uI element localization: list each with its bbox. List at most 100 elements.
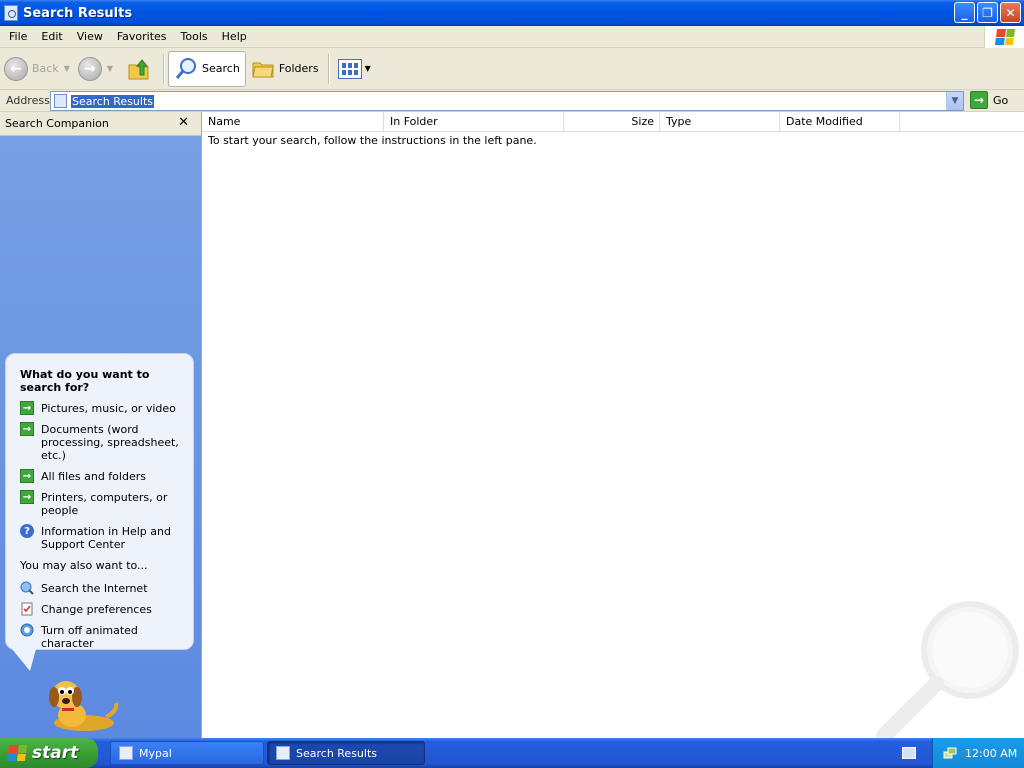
bubble-tail — [11, 649, 45, 671]
back-dropdown-icon[interactable]: ▼ — [64, 64, 70, 73]
forward-button[interactable]: → ▼ — [74, 51, 117, 87]
taskbar-item-search-results[interactable]: Search Results — [267, 741, 425, 765]
taskbar: start Mypal Search Results 12:00 AM — [0, 738, 1024, 768]
start-button[interactable]: start — [0, 738, 98, 768]
up-folder-button[interactable] — [125, 55, 153, 83]
folders-label: Folders — [278, 62, 319, 75]
close-icon[interactable]: ✕ — [178, 115, 189, 130]
search-results-icon — [54, 94, 67, 108]
option-label[interactable]: Change preferences — [41, 603, 152, 616]
column-type[interactable]: Type — [660, 112, 780, 132]
results-column-header: Name In Folder Size Type Date Modified — [202, 112, 1024, 132]
back-label: Back — [32, 62, 59, 75]
results-pane: Name In Folder Size Type Date Modified T… — [201, 112, 1024, 738]
menu-bar: File Edit View Favorites Tools Help — [0, 26, 1024, 48]
toolbar-separator — [163, 53, 165, 84]
green-arrow-icon: → — [970, 91, 988, 109]
window-controls: _ ❐ ✕ — [954, 2, 1021, 23]
column-size[interactable]: Size — [564, 112, 660, 132]
menu-help[interactable]: Help — [215, 26, 254, 48]
option-pictures-music-video[interactable]: → Pictures, music, or video — [20, 401, 181, 415]
search-results-icon — [276, 746, 290, 760]
close-button[interactable]: ✕ — [1000, 2, 1021, 23]
back-button[interactable]: ← Back ▼ — [0, 51, 74, 87]
magnifier-watermark-icon — [876, 601, 1019, 738]
toolbar-separator — [327, 53, 329, 84]
views-button[interactable]: ▼ — [333, 51, 376, 87]
restore-button[interactable]: ❐ — [977, 2, 998, 23]
keyboard-icon[interactable] — [902, 747, 916, 759]
option-label[interactable]: Search the Internet — [41, 582, 148, 595]
option-turn-off-character[interactable]: Turn off animated character — [20, 623, 181, 650]
views-icon — [337, 58, 362, 79]
windows-flag-icon — [6, 745, 28, 761]
menu-tools[interactable]: Tools — [174, 26, 215, 48]
column-date-modified[interactable]: Date Modified — [780, 112, 900, 132]
folder-up-icon — [128, 58, 149, 79]
menu-view[interactable]: View — [70, 26, 110, 48]
chevron-down-icon[interactable]: ▼ — [946, 92, 963, 110]
address-field[interactable]: Search Results ▼ — [50, 91, 964, 111]
help-question-icon: ? — [20, 524, 34, 538]
option-change-preferences[interactable]: Change preferences — [20, 602, 181, 616]
option-documents[interactable]: → Documents (word processing, spreadshee… — [20, 422, 181, 462]
folders-button[interactable]: Folders — [246, 51, 324, 87]
go-label: Go — [993, 93, 1009, 107]
task-label: Search Results — [296, 746, 378, 760]
instructions-message: To start your search, follow the instruc… — [208, 134, 537, 147]
pane-header: Search Companion ✕ — [0, 112, 201, 136]
menu-favorites[interactable]: Favorites — [110, 26, 174, 48]
search-companion-pane: Search Companion ✕ What do you want to s… — [0, 112, 201, 738]
mypal-icon — [119, 746, 133, 760]
go-button[interactable]: → Go — [970, 91, 1008, 109]
address-value[interactable]: Search Results — [71, 94, 155, 108]
magnifier-icon — [175, 57, 197, 79]
option-all-files[interactable]: → All files and folders — [20, 469, 181, 483]
folders-icon — [252, 62, 274, 77]
option-help-support[interactable]: ? Information in Help and Support Center — [20, 524, 181, 551]
menu-edit[interactable]: Edit — [34, 26, 69, 48]
search-results-icon — [4, 5, 18, 21]
windows-flag-icon — [994, 29, 1015, 45]
forward-dropdown-icon[interactable]: ▼ — [107, 64, 113, 73]
views-dropdown-icon: ▼ — [364, 64, 371, 73]
option-search-internet[interactable]: Search the Internet — [20, 581, 181, 595]
search-button[interactable]: Search — [168, 50, 246, 87]
task-label: Mypal — [139, 746, 172, 760]
minimize-button[interactable]: _ — [954, 2, 975, 23]
green-arrow-icon: → — [20, 422, 34, 436]
green-arrow-icon: → — [20, 490, 34, 504]
option-label[interactable]: All files and folders — [41, 470, 146, 483]
menu-file[interactable]: File — [0, 26, 34, 48]
start-label: start — [32, 743, 79, 763]
green-arrow-icon: → — [20, 469, 34, 483]
network-icon[interactable] — [943, 746, 957, 760]
pane-title: Search Companion — [5, 117, 109, 130]
dog-character-icon — [20, 623, 34, 637]
column-name[interactable]: Name — [202, 112, 384, 132]
system-tray: 12:00 AM — [932, 738, 1024, 768]
option-printers-computers-people[interactable]: → Printers, computers, or people — [20, 490, 181, 517]
search-options-bubble: What do you want to search for? → Pictur… — [5, 353, 194, 671]
address-bar: Address Search Results ▼ → Go — [0, 90, 1024, 112]
address-label: Address — [6, 94, 50, 107]
toolbar: ← Back ▼ → ▼ Search Folders ▼ — [0, 48, 1024, 90]
back-arrow-icon: ← — [4, 56, 28, 81]
option-label[interactable]: Information in Help and Support Center — [41, 525, 181, 551]
clock[interactable]: 12:00 AM — [965, 747, 1017, 760]
search-question: What do you want to search for? — [20, 368, 150, 394]
forward-arrow-icon: → — [77, 56, 102, 81]
checklist-icon — [20, 602, 34, 616]
option-label[interactable]: Documents (word processing, spreadsheet,… — [41, 423, 181, 462]
green-arrow-icon: → — [20, 401, 34, 415]
search-dog-icon[interactable] — [44, 677, 120, 733]
option-label[interactable]: Pictures, music, or video — [41, 402, 176, 415]
windows-logo — [984, 26, 1024, 48]
globe-search-icon — [20, 581, 34, 595]
taskbar-item-mypal[interactable]: Mypal — [110, 741, 264, 765]
column-in-folder[interactable]: In Folder — [384, 112, 564, 132]
title-bar[interactable]: Search Results _ ❐ ✕ — [0, 0, 1024, 26]
search-label: Search — [202, 62, 240, 75]
option-label[interactable]: Printers, computers, or people — [41, 491, 181, 517]
option-label[interactable]: Turn off animated character — [41, 624, 181, 650]
